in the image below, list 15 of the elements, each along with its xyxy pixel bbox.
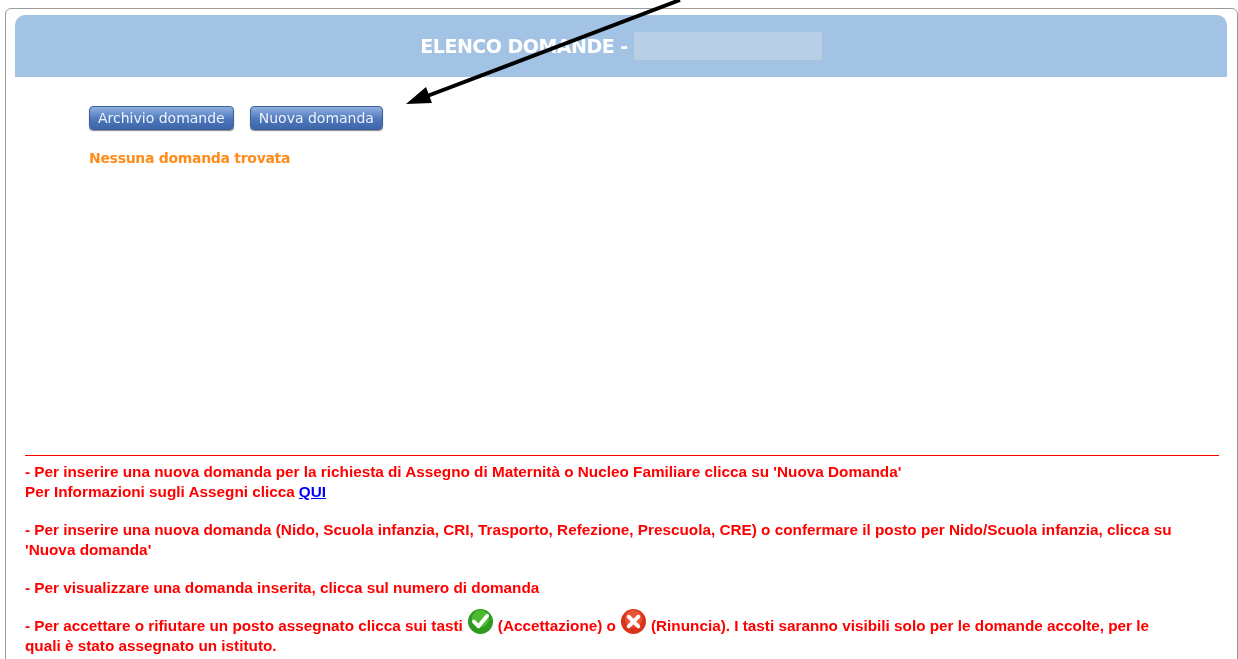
action-button[interactable]: Nuova domanda — [249, 106, 383, 130]
info-link[interactable]: QUI — [298, 483, 326, 500]
instruction-text: - Per accettare o rifiutare un posto assegnato clicca sui tasti — [25, 617, 463, 634]
instruction-text: - Per visualizzare una domanda inserita, clicca sul numero di domanda — [25, 579, 540, 596]
checkmark-icon — [466, 608, 494, 635]
action-button[interactable]: Archivio domande — [89, 106, 234, 130]
instruction-text: 'Nuova domanda' — [25, 541, 152, 558]
instruction-text: - Per inserire una nuova domanda per la richiesta di Assegno di Maternità o Nucleo Familiare clicca su 'Nuova Domanda' — [25, 463, 902, 480]
instruction-text: (Rinuncia). I tasti saranno visibili solo per le domande accolte, per le — [650, 617, 1150, 634]
cross-icon — [619, 608, 647, 635]
instruction-text: Per Informazioni sugli Assegni clicca — [25, 483, 295, 500]
status-message: Nessuna domanda trovata — [89, 150, 292, 166]
instruction-text: quali è stato assegnato un istituto. — [25, 637, 277, 654]
instruction-text: (Accettazione) o — [497, 617, 616, 634]
instruction-text: - Per inserire una nuova domanda (Nido, Scuola infanzia, CRI, Trasporto, Refezione, Prescuola, CRE) o confermare il posto per Nido/Scuola infanzia, clicca su — [25, 521, 1172, 538]
